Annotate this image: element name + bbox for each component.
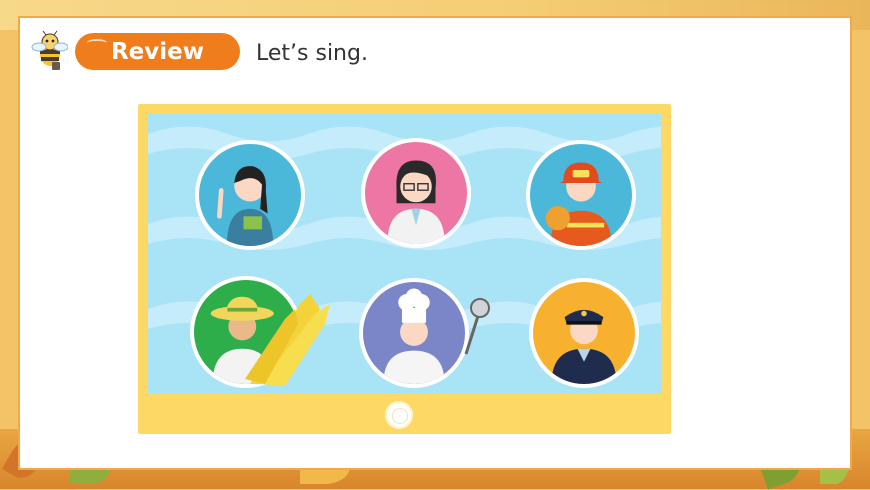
police-officer-icon [551,309,617,384]
doctor-portrait[interactable] [361,138,471,248]
tablet-frame [138,104,671,434]
tablet-screen [148,114,661,394]
teacher-portrait[interactable] [195,140,305,250]
firefighter-portrait[interactable] [526,140,636,250]
review-badge: Review [75,33,240,70]
ladle-icon [464,298,490,355]
teacher-icon [217,166,274,246]
cook-portrait[interactable] [359,278,469,388]
police-officer-portrait[interactable] [529,278,639,388]
home-button-icon[interactable] [385,401,413,429]
review-badge-label: Review [110,38,205,65]
instruction-text: Let’s sing. [256,41,368,66]
doctor-icon [387,160,445,244]
cook-icon [383,288,445,384]
wheat-bundle-icon [245,294,330,386]
bee-icon [31,30,68,70]
firefighter-icon [545,162,612,246]
